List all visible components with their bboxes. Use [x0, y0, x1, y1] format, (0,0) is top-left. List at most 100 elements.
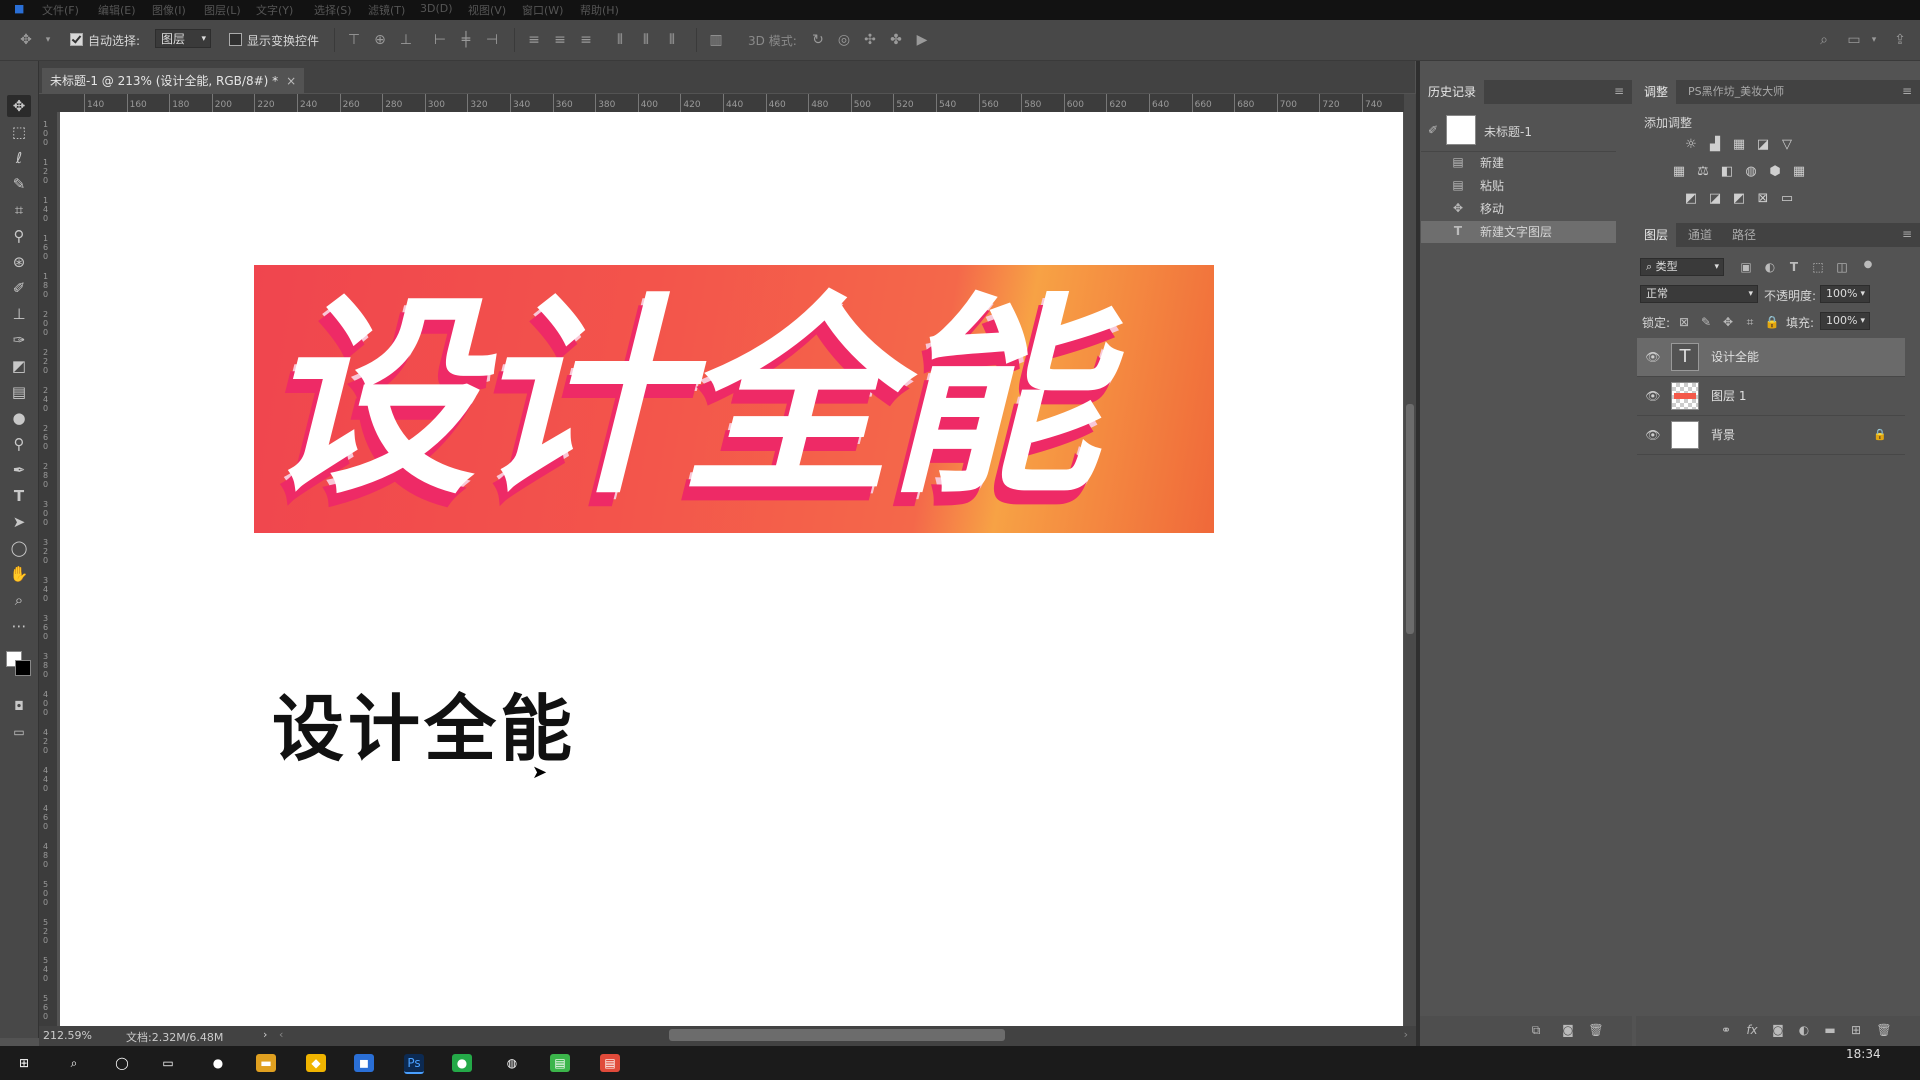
- pen-tool-icon[interactable]: ✒: [7, 459, 31, 481]
- ps-logo-icon[interactable]: ■: [14, 2, 24, 15]
- brush-tool-icon[interactable]: ✐: [7, 277, 31, 299]
- layer-row-background[interactable]: 👁 背景 🔒: [1637, 416, 1905, 455]
- vertical-scroll-thumb[interactable]: [1406, 404, 1414, 634]
- app-icon[interactable]: ▤: [600, 1054, 620, 1072]
- 3d-slide-icon[interactable]: ✤: [888, 32, 904, 48]
- close-icon[interactable]: ×: [286, 74, 296, 88]
- curves-icon[interactable]: ▦: [1731, 137, 1747, 153]
- exposure-icon[interactable]: ◪: [1755, 137, 1771, 153]
- distribute-left-icon[interactable]: ⦀: [612, 32, 628, 48]
- visibility-eye-icon[interactable]: 👁: [1645, 416, 1661, 454]
- 3d-roll-icon[interactable]: ◎: [836, 32, 852, 48]
- show-transform-checkbox[interactable]: [229, 33, 242, 46]
- selective-color-icon[interactable]: ⊠: [1755, 191, 1771, 207]
- menu-type[interactable]: 文字(Y): [256, 2, 293, 18]
- menu-file[interactable]: 文件(F): [42, 2, 79, 18]
- history-item[interactable]: ▤ 粘贴: [1421, 175, 1616, 197]
- chat-app-icon[interactable]: ●: [452, 1054, 472, 1072]
- align-hcenter-icon[interactable]: ╪: [458, 32, 474, 48]
- healing-tool-icon[interactable]: ⊛: [7, 251, 31, 273]
- distribute-vcenter-icon[interactable]: ≡: [552, 32, 568, 48]
- align-bottom-icon[interactable]: ⊥: [398, 32, 414, 48]
- camera-icon[interactable]: ◙: [1560, 1022, 1576, 1038]
- move-tool-icon[interactable]: ✥: [7, 95, 31, 117]
- lock-transparent-icon[interactable]: ⊠: [1676, 314, 1692, 330]
- auto-select-checkbox[interactable]: [70, 33, 83, 46]
- crop-tool-icon[interactable]: ⌗: [7, 199, 31, 221]
- screen-mode-icon[interactable]: ▭: [7, 721, 31, 743]
- photoshop-taskbar-icon[interactable]: Ps: [404, 1054, 424, 1074]
- align-right-icon[interactable]: ⊣: [484, 32, 500, 48]
- filter-toggle-icon[interactable]: ●: [1860, 257, 1876, 273]
- trash-icon[interactable]: 🗑: [1588, 1022, 1604, 1038]
- menu-view[interactable]: 视图(V): [468, 2, 506, 18]
- menu-select[interactable]: 选择(S): [314, 2, 352, 18]
- trash-icon[interactable]: 🗑: [1876, 1022, 1892, 1038]
- share-icon[interactable]: ⇪: [1892, 32, 1908, 48]
- new-document-from-state-icon[interactable]: ⧉: [1528, 1022, 1544, 1038]
- tab-layers[interactable]: 图层: [1636, 223, 1677, 247]
- brightness-icon[interactable]: ☼: [1683, 137, 1699, 153]
- color-lookup-icon[interactable]: ▦: [1791, 164, 1807, 180]
- history-item[interactable]: T 新建文字图层: [1421, 221, 1616, 243]
- blur-tool-icon[interactable]: ●: [7, 407, 31, 429]
- ellipse-tool-icon[interactable]: ◯: [7, 537, 31, 559]
- filter-pixel-icon[interactable]: ▣: [1738, 259, 1754, 275]
- new-adjustment-icon[interactable]: ◐: [1796, 1022, 1812, 1038]
- lasso-tool-icon[interactable]: ℓ: [7, 147, 31, 169]
- zoom-level[interactable]: 212.59%: [43, 1029, 92, 1042]
- menu-edit[interactable]: 编辑(E): [98, 2, 136, 18]
- tab-plugin[interactable]: PS黑作坊_美妆大师: [1680, 80, 1792, 104]
- distribute-right-icon[interactable]: ⦀: [664, 32, 680, 48]
- align-left-icon[interactable]: ⊢: [432, 32, 448, 48]
- black-white-icon[interactable]: ◧: [1719, 164, 1735, 180]
- levels-icon[interactable]: ▟: [1707, 137, 1723, 153]
- threshold-icon[interactable]: ◩: [1731, 191, 1747, 207]
- color-balance-icon[interactable]: ⚖: [1695, 164, 1711, 180]
- gradient-tool-icon[interactable]: ▤: [7, 381, 31, 403]
- move-tool-icon[interactable]: ✥: [18, 32, 34, 48]
- app-icon[interactable]: ◼: [354, 1054, 374, 1072]
- banner-image[interactable]: 设计全能: [254, 265, 1214, 533]
- panel-menu-icon[interactable]: ≡: [1614, 84, 1624, 98]
- visibility-eye-icon[interactable]: 👁: [1645, 338, 1661, 376]
- menu-image[interactable]: 图像(I): [152, 2, 186, 18]
- marquee-tool-icon[interactable]: ⬚: [7, 121, 31, 143]
- menu-help[interactable]: 帮助(H): [580, 2, 619, 18]
- lock-pixels-icon[interactable]: ✎: [1698, 314, 1714, 330]
- layer-name[interactable]: 设计全能: [1711, 338, 1759, 376]
- file-explorer-icon[interactable]: ▬: [256, 1054, 276, 1072]
- background-color-swatch[interactable]: [15, 660, 31, 676]
- layer-filter-dropdown[interactable]: ⌕ 类型 ▾: [1640, 258, 1724, 276]
- chevron-down-icon[interactable]: ▾: [1866, 32, 1882, 48]
- visibility-eye-icon[interactable]: 👁: [1645, 377, 1661, 415]
- lock-all-icon[interactable]: 🔒: [1764, 314, 1780, 330]
- distribute-hcenter-icon[interactable]: ⦀: [638, 32, 654, 48]
- menu-filter[interactable]: 滤镜(T): [368, 2, 405, 18]
- horizontal-scroll-thumb[interactable]: [669, 1029, 1005, 1041]
- tab-channels[interactable]: 通道: [1680, 223, 1720, 247]
- channel-mixer-icon[interactable]: ⬢: [1767, 164, 1783, 180]
- type-tool-icon[interactable]: T: [7, 485, 31, 507]
- fill-input[interactable]: 100% ▾: [1820, 312, 1870, 330]
- quick-select-tool-icon[interactable]: ✎: [7, 173, 31, 195]
- chevron-down-icon[interactable]: ▾: [40, 32, 56, 48]
- vibrance-icon[interactable]: ▽: [1779, 137, 1795, 153]
- browser-icon[interactable]: ◯: [112, 1054, 132, 1072]
- app-icon[interactable]: ●: [208, 1054, 228, 1072]
- history-brush-tool-icon[interactable]: ✑: [7, 329, 31, 351]
- tab-adjustments[interactable]: 调整: [1636, 80, 1677, 104]
- app-icon[interactable]: ◆: [306, 1054, 326, 1072]
- align-top-icon[interactable]: ⊤: [346, 32, 362, 48]
- search-icon[interactable]: ⌕: [64, 1054, 84, 1072]
- auto-align-icon[interactable]: ▥: [708, 32, 724, 48]
- history-item[interactable]: ▤ 新建: [1421, 152, 1616, 174]
- windows-start-icon[interactable]: ⊞: [14, 1054, 34, 1072]
- new-layer-icon[interactable]: ⊞: [1848, 1022, 1864, 1038]
- invert-icon[interactable]: ◩: [1683, 191, 1699, 207]
- align-vcenter-icon[interactable]: ⊕: [372, 32, 388, 48]
- lock-artboard-icon[interactable]: ⌗: [1742, 314, 1758, 330]
- scroll-right-icon[interactable]: ›: [1404, 1028, 1408, 1041]
- distribute-bottom-icon[interactable]: ≡: [578, 32, 594, 48]
- menu-layer[interactable]: 图层(L): [204, 2, 241, 18]
